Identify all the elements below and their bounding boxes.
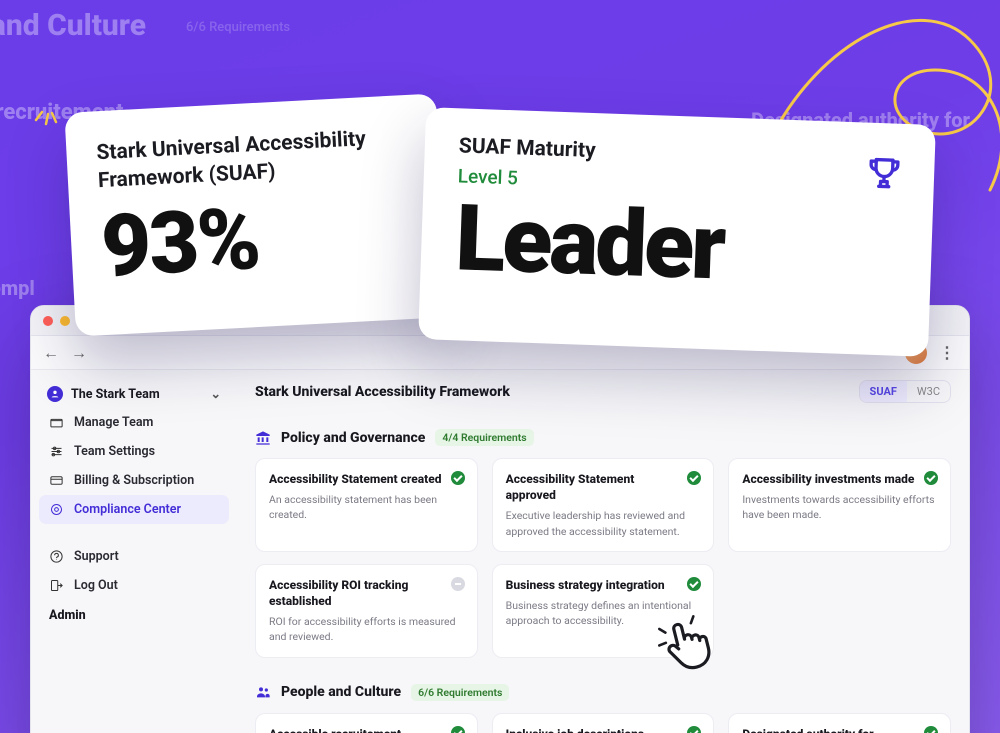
card-desc: ROI for accessibility efforts is measure… [269,614,464,644]
browser-menu-button[interactable]: ⋮ [939,343,957,362]
bg-ghost-bl: empl [0,276,35,300]
requirements-pill: 4/4 Requirements [435,429,533,446]
cards-grid: Accessible recruitement practices Inclus… [255,713,951,733]
section-policy-governance: Policy and Governance 4/4 Requirements A… [255,429,951,658]
sidebar-item-logout[interactable]: Log Out [39,571,229,600]
status-neutral-icon [451,577,465,591]
main-content: Stark Universal Accessibility Framework … [237,370,969,733]
card-title: Accessibility Statement approved [506,471,701,503]
sidebar-item-label: Manage Team [74,415,153,430]
main-header: Stark Universal Accessibility Framework … [255,380,951,403]
bg-ghost-req: 6/6 Requirements [186,20,290,35]
section-title: People and Culture [281,684,401,700]
card-title: Designated authority for accessibility [742,726,937,733]
browser-window: ← → ⋮ The Stark Team ⌄ Manage Team Team … [30,305,970,733]
requirements-pill: 6/6 Requirements [411,684,509,701]
logout-icon [49,578,64,593]
support-icon [49,549,64,564]
folder-icon [49,415,64,430]
window-close-dot[interactable] [43,316,53,326]
compliance-icon [49,502,64,517]
forward-button[interactable]: → [71,343,87,363]
card-icon [49,473,64,488]
page-title: Stark Universal Accessibility Framework [255,384,510,400]
requirement-card[interactable]: Accessibility Statement approved Executi… [492,458,715,552]
framework-segmented-control[interactable]: SUAF W3C [859,380,951,403]
card-title: Accessibility ROI tracking established [269,577,464,609]
section-title: Policy and Governance [281,430,425,446]
institution-icon [255,430,271,446]
sidebar: The Stark Team ⌄ Manage Team Team Settin… [31,370,237,733]
seg-suaf[interactable]: SUAF [860,381,907,402]
requirement-card[interactable]: Accessibility Statement created An acces… [255,458,478,552]
requirement-card[interactable]: Business strategy integration Business s… [492,564,715,658]
sidebar-item-compliance[interactable]: Compliance Center [39,495,229,524]
card-title: Business strategy integration [506,577,701,593]
status-ok-icon [451,471,465,485]
trophy-icon [863,153,904,194]
seg-w3c[interactable]: W3C [907,381,950,402]
hero-value: Leader [454,193,903,301]
hero-card-suaf-score: Stark Universal Accessibility Framework … [64,93,447,336]
requirement-card[interactable]: Inclusive job descriptions Job descripti… [492,713,715,733]
hero-card-maturity: SUAF Maturity Level 5 Leader [418,107,936,357]
team-icon [47,386,63,402]
cards-grid: Accessibility Statement created An acces… [255,458,951,658]
status-ok-icon [924,471,938,485]
hero-label: Stark Universal Accessibility Framework … [96,123,413,196]
chevron-down-icon: ⌄ [211,386,221,402]
app-frame: The Stark Team ⌄ Manage Team Team Settin… [31,370,969,733]
hero-value: 93% [99,187,417,289]
card-desc: An accessibility statement has been crea… [269,492,464,522]
sliders-icon [49,444,64,459]
back-button[interactable]: ← [43,343,59,363]
card-desc: Investments towards accessibility effort… [742,492,937,522]
sidebar-item-label: Billing & Subscription [74,473,194,488]
sidebar-item-label: Team Settings [74,444,155,459]
requirement-card[interactable]: Accessible recruitement practices [255,713,478,733]
card-title: Accessibility Statement created [269,471,464,487]
card-title: Accessibility investments made [742,471,937,487]
sidebar-item-manage-team[interactable]: Manage Team [39,408,229,437]
card-title: Accessible recruitement practices [269,726,464,733]
sidebar-item-support[interactable]: Support [39,542,229,571]
card-title: Inclusive job descriptions [506,726,701,733]
requirement-card[interactable]: Accessibility ROI tracking established R… [255,564,478,658]
sidebar-admin-heading: Admin [39,600,229,631]
status-ok-icon [451,726,465,733]
bg-ghost-title: le and Culture [0,8,146,43]
people-icon [255,684,271,700]
sidebar-item-team-settings[interactable]: Team Settings [39,437,229,466]
section-people-culture: People and Culture 6/6 Requirements Acce… [255,684,951,733]
window-minimize-dot[interactable] [60,316,70,326]
requirement-card[interactable]: Accessibility investments made Investmen… [728,458,951,552]
sidebar-item-label: Log Out [74,578,118,593]
card-desc: Business strategy defines an intentional… [506,598,701,628]
card-desc: Executive leadership has reviewed and ap… [506,508,701,538]
requirement-card[interactable]: Designated authority for accessibility [728,713,951,733]
team-name: The Stark Team [71,387,160,402]
hero-label: SUAF Maturity [458,134,596,163]
sidebar-item-label: Compliance Center [74,502,181,517]
team-selector[interactable]: The Stark Team ⌄ [39,380,229,408]
sidebar-item-billing[interactable]: Billing & Subscription [39,466,229,495]
sidebar-item-label: Support [74,549,119,564]
